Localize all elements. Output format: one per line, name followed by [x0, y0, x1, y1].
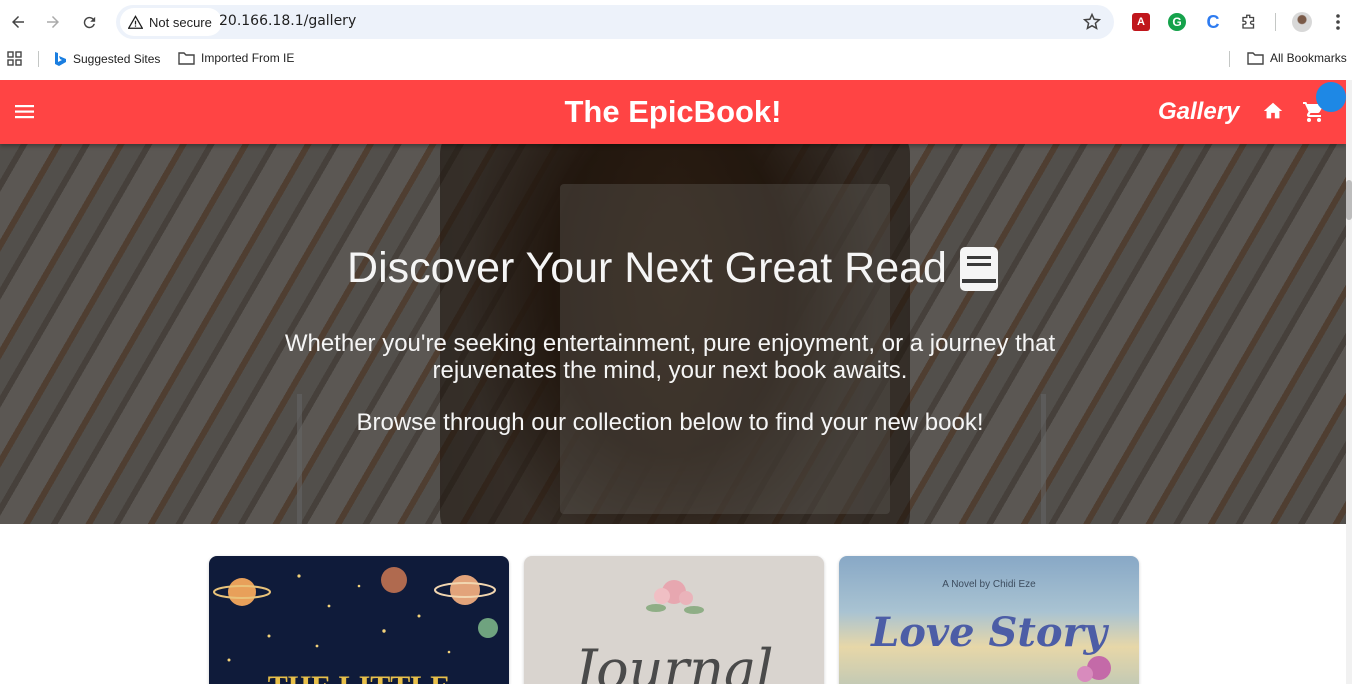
warning-icon: [128, 15, 143, 29]
arrow-left-icon: [12, 16, 24, 28]
security-label: Not secure: [149, 14, 212, 30]
scrollbar-thumb[interactable]: [1346, 180, 1352, 220]
book-cover-journal: Journal: [565, 580, 774, 684]
folder-icon: [1247, 52, 1264, 65]
security-indicator[interactable]: Not secure: [120, 8, 222, 36]
bookmark-star-icon[interactable]: [1082, 12, 1102, 32]
apps-grid-icon: [7, 51, 22, 66]
book-cover-space: THE LITTLE: [213, 567, 498, 684]
hero-heading: Discover Your Next Great Read: [0, 244, 1346, 293]
toolbar-divider: [1275, 13, 1276, 31]
bing-icon: [55, 52, 66, 66]
hero-banner: Discover Your Next Great Read Whether yo…: [0, 144, 1346, 524]
book-cover-title: Love Story: [870, 609, 1110, 656]
home-icon: [1263, 102, 1283, 119]
puzzle-extensions-icon[interactable]: [1237, 10, 1261, 34]
bookmarks-divider: [38, 51, 39, 67]
book-card[interactable]: Journal: [524, 556, 824, 684]
hero-title: Discover Your Next Great Read: [347, 244, 947, 292]
bookmarks-divider: [1229, 51, 1230, 67]
url-text[interactable]: 20.166.18.1/gallery: [219, 13, 356, 29]
grammarly-icon[interactable]: G: [1165, 10, 1189, 34]
book-cover-love-story: A Novel by Chidi Eze Love Story: [870, 579, 1111, 682]
back-button[interactable]: [4, 8, 32, 36]
arrow-right-icon: [47, 16, 59, 28]
folder-icon: [178, 52, 195, 65]
book-cover-subtitle: A Novel by Chidi Eze: [942, 579, 1036, 590]
book-icon: [959, 246, 998, 291]
page-viewport: The EpicBook! Gallery Discover Your Next…: [0, 80, 1346, 684]
book-cover-title: Journal: [565, 638, 774, 684]
bookmark-label: Imported From IE: [201, 51, 295, 65]
profile-avatar[interactable]: [1290, 10, 1314, 34]
bookmark-label: Suggested Sites: [73, 51, 161, 66]
book-cover-title: THE LITTLE: [268, 670, 451, 684]
app-header: The EpicBook! Gallery: [0, 80, 1346, 144]
bookmark-suggested-sites[interactable]: Suggested Sites: [54, 51, 160, 66]
puzzle-icon: [1242, 14, 1255, 29]
bookmarks-bar: Suggested Sites Imported From IE All Boo…: [0, 44, 1352, 74]
apps-button[interactable]: [7, 51, 22, 66]
bookmark-imported-from-ie[interactable]: Imported From IE: [178, 51, 294, 65]
pdf-extension-icon[interactable]: A: [1129, 10, 1153, 34]
reload-icon: [83, 16, 95, 28]
brand-title[interactable]: The EpicBook!: [0, 94, 1346, 130]
reload-button[interactable]: [75, 8, 103, 36]
hero-cta-text: Browse through our collection below to f…: [356, 409, 984, 436]
gallery-link[interactable]: Gallery: [1158, 98, 1239, 126]
book-card[interactable]: A Novel by Chidi Eze Love Story: [839, 556, 1139, 684]
cart-badge[interactable]: [1316, 82, 1346, 112]
home-button[interactable]: [1262, 100, 1284, 127]
browser-toolbar: Not secure 20.166.18.1/gallery A G C: [0, 0, 1352, 44]
more-vertical-icon: [1336, 14, 1340, 30]
browser-menu-button[interactable]: [1326, 10, 1350, 34]
all-bookmarks[interactable]: All Bookmarks: [1247, 51, 1347, 65]
c-extension-icon[interactable]: C: [1201, 10, 1225, 34]
forward-button[interactable]: [39, 8, 67, 36]
avatar-icon: [1292, 12, 1312, 32]
address-bar[interactable]: Not secure 20.166.18.1/gallery: [116, 5, 1114, 39]
book-card[interactable]: THE LITTLE: [209, 556, 509, 684]
all-bookmarks-label: All Bookmarks: [1270, 51, 1347, 65]
page-scrollbar[interactable]: [1346, 80, 1352, 684]
book-gallery: THE LITTLE Journal A Novel by Chidi Eze …: [0, 556, 1346, 684]
hero-description: Whether you're seeking entertainment, pu…: [284, 330, 1056, 384]
